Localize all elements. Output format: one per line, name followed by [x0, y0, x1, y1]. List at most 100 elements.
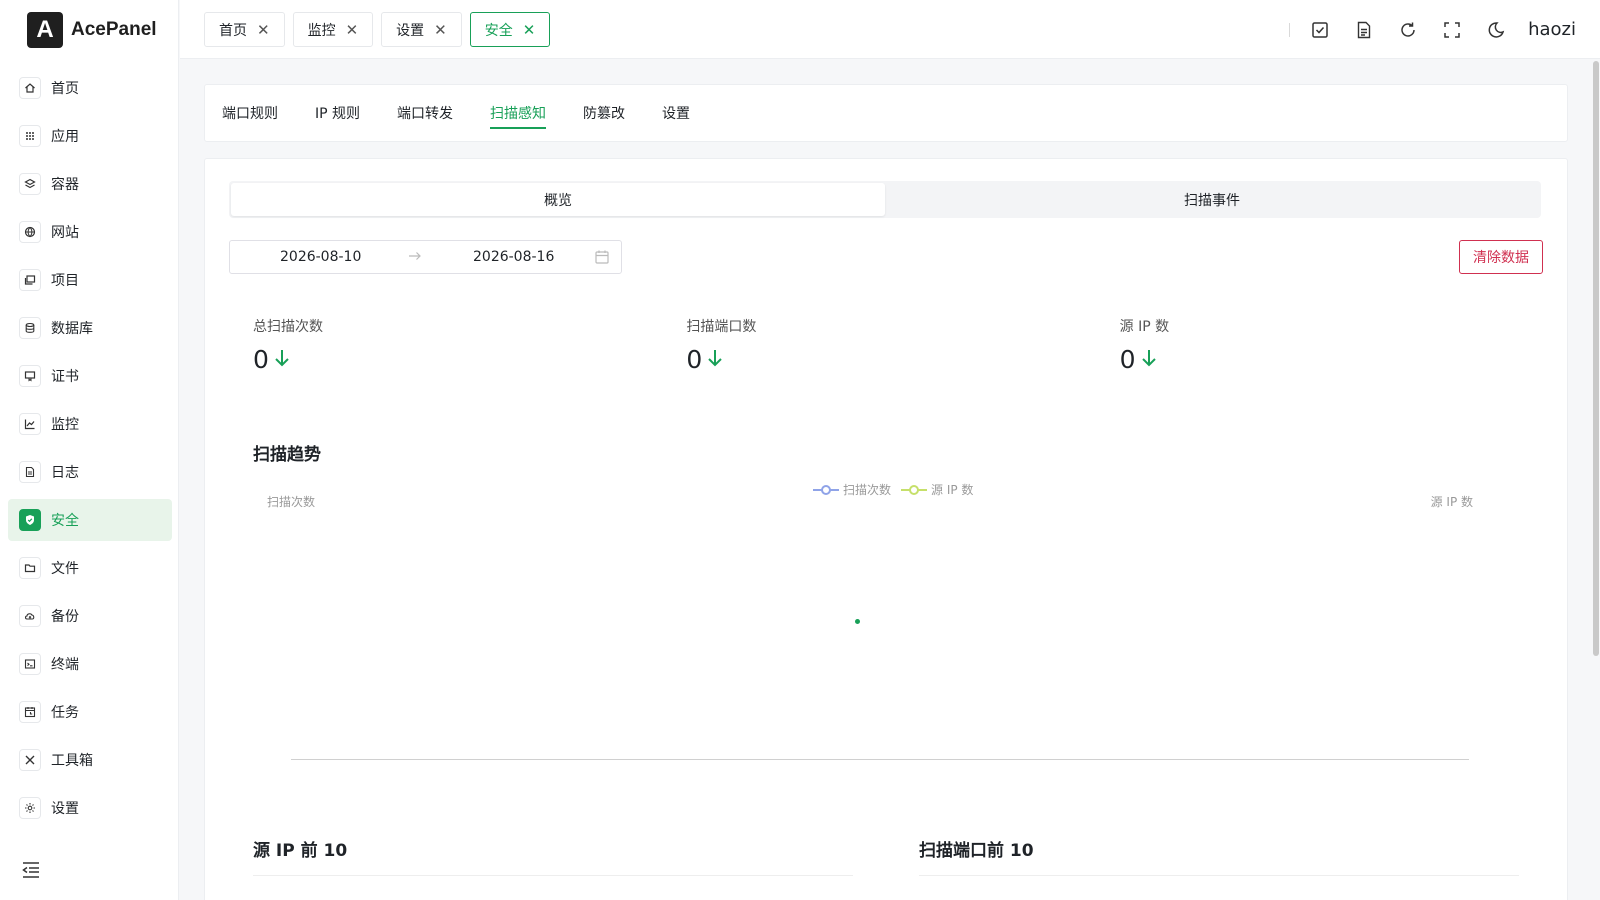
stat-label: 总扫描次数 [253, 319, 323, 335]
dark-mode-icon[interactable] [1484, 18, 1508, 42]
clear-data-button[interactable]: 清除数据 [1459, 240, 1543, 274]
scan-trend-title: 扫描趋势 [253, 445, 321, 465]
refresh-icon[interactable] [1396, 18, 1420, 42]
loading-indicator [855, 619, 860, 624]
app-name: AcePanel [71, 19, 157, 40]
close-icon[interactable]: ✕ [346, 21, 359, 39]
sidebar-item-apps[interactable]: 应用 [8, 115, 172, 157]
sidebar-item-logs[interactable]: 日志 [8, 451, 172, 493]
fullscreen-icon[interactable] [1440, 18, 1464, 42]
tab-monitor[interactable]: 监控 ✕ [292, 12, 374, 47]
sidebar: A AcePanel 首页 应用 容器 网站 项目 数据库 证书 监控 日志 安… [0, 0, 179, 900]
stat-value: 0 [253, 345, 269, 374]
close-icon[interactable]: ✕ [523, 21, 536, 39]
top-header: 首页 ✕ 监控 ✕ 设置 ✕ 安全 ✕ haozi [180, 0, 1600, 59]
user-menu[interactable]: haozi [1528, 19, 1576, 40]
sidebar-item-label: 监控 [51, 417, 79, 433]
security-subnav: 端口规则 IP 规则 端口转发 扫描感知 防篡改 设置 [204, 84, 1568, 142]
sidebar-item-tasks[interactable]: 任务 [8, 691, 172, 733]
header-actions: haozi [1289, 12, 1576, 47]
stat-total-scans: 总扫描次数 0 [253, 316, 686, 374]
file-icon [19, 461, 41, 483]
stat-value-row: 0 [253, 345, 686, 374]
task-check-icon[interactable] [1308, 18, 1332, 42]
sidebar-item-label: 应用 [51, 129, 79, 145]
tab-scan-detection[interactable]: 扫描感知 [490, 85, 547, 143]
scan-trend-chart: 扫描次数 源 IP 数 扫描次数 源 IP 数 [253, 477, 1523, 777]
legend-item-scans[interactable]: 扫描次数 [813, 481, 891, 498]
y-axis-right-label: 源 IP 数 [1430, 495, 1473, 509]
calendar-icon[interactable] [595, 250, 609, 268]
sidebar-item-label: 安全 [51, 513, 79, 529]
arrow-down-icon [1140, 345, 1158, 374]
sidebar-item-toolbox[interactable]: 工具箱 [8, 739, 172, 781]
home-icon [19, 77, 41, 99]
sidebar-item-terminal[interactable]: 终端 [8, 643, 172, 685]
sidebar-item-certificates[interactable]: 证书 [8, 355, 172, 397]
tab-settings[interactable]: 设置 ✕ [381, 12, 462, 47]
close-icon[interactable]: ✕ [257, 21, 270, 39]
page-scrollbar[interactable] [1592, 59, 1600, 900]
tab-ip-rules[interactable]: IP 规则 [315, 85, 360, 143]
arrow-down-icon [706, 345, 724, 374]
database-icon [19, 317, 41, 339]
calendar-task-icon [19, 701, 41, 723]
brand[interactable]: A AcePanel [27, 12, 157, 48]
sidebar-item-label: 工具箱 [51, 753, 93, 769]
top-source-ip-title: 源 IP 前 10 [253, 841, 348, 861]
segment-overview[interactable]: 概览 [231, 183, 885, 216]
sidebar-item-projects[interactable]: 项目 [8, 259, 172, 301]
sidebar-item-label: 网站 [51, 225, 79, 241]
sidebar-item-monitor[interactable]: 监控 [8, 403, 172, 445]
stats-row: 总扫描次数 0 扫描端口数 0 源 IP 数 0 [253, 316, 1553, 374]
shield-icon [19, 509, 41, 531]
sidebar-item-label: 证书 [51, 369, 79, 385]
sidebar-item-home[interactable]: 首页 [8, 67, 172, 109]
legend-item-ips[interactable]: 源 IP 数 [901, 481, 973, 498]
subnav-tabs: 端口规则 IP 规则 端口转发 扫描感知 防篡改 设置 [222, 85, 727, 143]
date-end-input[interactable]: 2026-08-16 [473, 241, 554, 273]
sidebar-item-security[interactable]: 安全 [8, 499, 172, 541]
tab-security[interactable]: 安全 ✕ [469, 12, 551, 47]
date-start-input[interactable]: 2026-08-10 [280, 241, 361, 273]
sidebar-item-backup[interactable]: 备份 [8, 595, 172, 637]
tab-label: 首页 [219, 22, 247, 39]
tab-anti-tamper[interactable]: 防篡改 [583, 85, 625, 143]
certificate-icon [19, 365, 41, 387]
tab-label: 监控 [307, 22, 336, 39]
close-icon[interactable]: ✕ [434, 21, 447, 39]
arrow-right-icon [408, 249, 422, 267]
date-range-picker[interactable]: 2026-08-10 2026-08-16 [229, 240, 622, 274]
sidebar-item-settings[interactable]: 设置 [8, 787, 172, 829]
arrow-down-icon [273, 345, 291, 374]
page-tabs: 首页 ✕ 监控 ✕ 设置 ✕ 安全 ✕ [204, 12, 558, 47]
sidebar-item-label: 首页 [51, 81, 79, 97]
tab-port-forward[interactable]: 端口转发 [397, 85, 453, 143]
view-switcher: 概览 扫描事件 [229, 181, 1541, 218]
stat-label: 源 IP 数 [1119, 319, 1170, 335]
sidebar-item-websites[interactable]: 网站 [8, 211, 172, 253]
folder-stack-icon [19, 269, 41, 291]
document-icon[interactable] [1352, 18, 1376, 42]
sidebar-item-label: 项目 [51, 273, 79, 289]
scrollbar-thumb[interactable] [1593, 61, 1599, 656]
gear-icon [19, 797, 41, 819]
tab-home[interactable]: 首页 ✕ [204, 12, 285, 47]
stat-value-row: 0 [1120, 345, 1553, 374]
collapse-sidebar-icon[interactable] [21, 860, 43, 882]
sidebar-item-containers[interactable]: 容器 [8, 163, 172, 205]
tab-port-rules[interactable]: 端口规则 [222, 85, 278, 143]
sidebar-item-database[interactable]: 数据库 [8, 307, 172, 349]
sidebar-item-label: 备份 [51, 609, 79, 625]
sidebar-item-files[interactable]: 文件 [8, 547, 172, 589]
cloud-icon [19, 605, 41, 627]
segment-scan-events[interactable]: 扫描事件 [885, 183, 1539, 216]
chart-icon [19, 413, 41, 435]
sidebar-item-label: 容器 [51, 177, 79, 193]
top-ip-table [253, 875, 853, 900]
tab-security-settings[interactable]: 设置 [662, 85, 690, 143]
chart-legend: 扫描次数 源 IP 数 [813, 481, 983, 498]
top-port-table [919, 875, 1519, 900]
stat-value: 0 [686, 345, 703, 374]
globe-icon [19, 221, 41, 243]
